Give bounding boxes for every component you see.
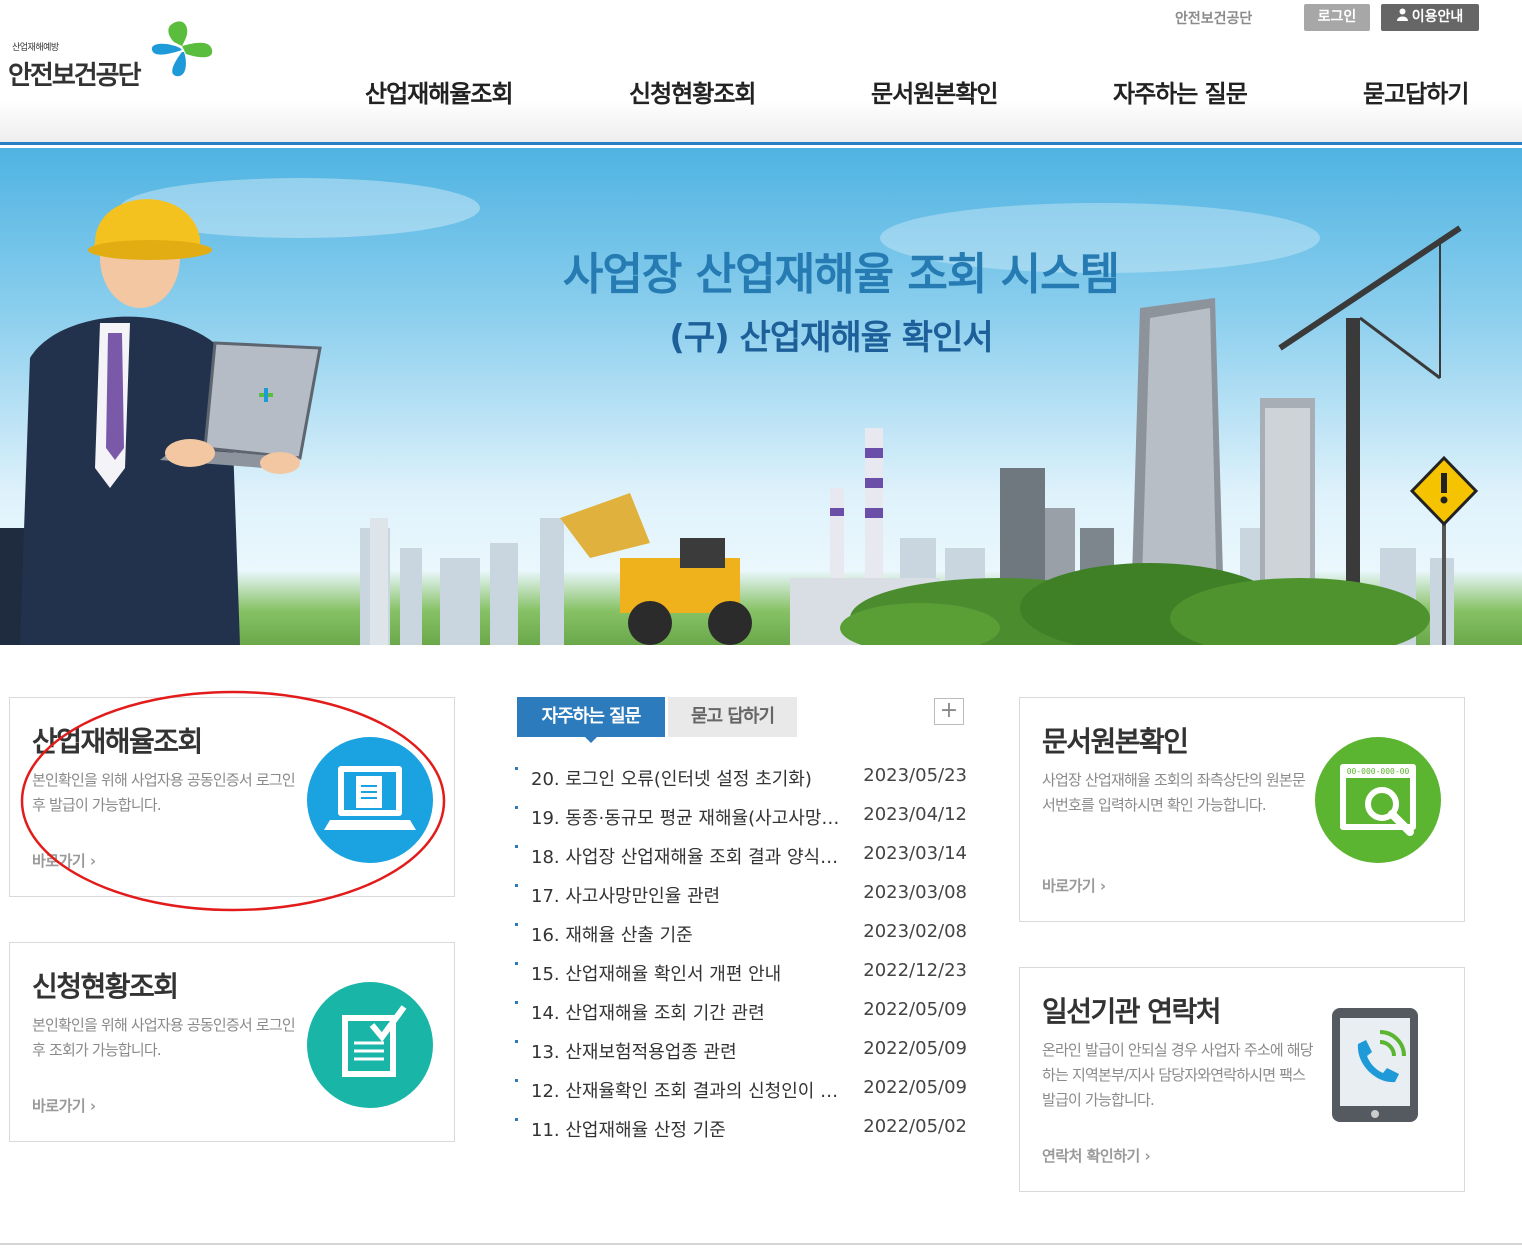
rate-inquiry-link[interactable]: 바로가기 ›	[32, 850, 96, 871]
doc-verify-desc: 사업장 산업재해율 조회의 좌측상단의 원본문서번호를 입력하시면 확인 가능합…	[1042, 771, 1306, 814]
nav-item-rate-inquiry[interactable]: 산업재해율조회	[365, 74, 514, 109]
faq-date: 2022/05/09	[863, 1038, 967, 1059]
list-item[interactable]: 13. 산재보험적용업종 관련 2022/05/09	[515, 1030, 970, 1069]
faq-date: 2022/05/02	[863, 1116, 967, 1137]
bullet-icon	[515, 1040, 518, 1043]
bullet-icon	[515, 1001, 518, 1004]
doc-verify-link[interactable]: 바로가기 ›	[1042, 875, 1106, 896]
rate-inquiry-box[interactable]: 산업재해율조회 본인확인을 위해 사업자용 공동인증서 로그인 후 발급이 가능…	[9, 697, 455, 897]
bullet-icon	[515, 1118, 518, 1121]
faq-date: 2023/03/08	[863, 882, 967, 903]
person-icon	[1396, 4, 1408, 31]
guide-button-label: 이용안내	[1411, 9, 1464, 25]
faq-title[interactable]: 19. 동종·동규모 평균 재해율(사고사망…	[531, 804, 857, 830]
list-item[interactable]: 17. 사고사망만인율 관련 2023/03/08	[515, 874, 970, 913]
nav-item-status[interactable]: 신청현황조회	[629, 74, 756, 109]
contact-desc: 온라인 발급이 안되실 경우 사업자 주소에 해당하는 지역본부/지사 담당자와…	[1042, 1041, 1314, 1109]
footer-divider	[0, 1243, 1522, 1245]
bullet-icon	[515, 1079, 518, 1082]
list-item[interactable]: 15. 산업재해율 확인서 개편 안내 2022/12/23	[515, 952, 970, 991]
faq-date: 2023/05/23	[863, 765, 967, 786]
status-inquiry-link[interactable]: 바로가기 ›	[32, 1095, 96, 1116]
doc-verify-box[interactable]: 문서원본확인 사업장 산업재해율 조회의 좌측상단의 원본문서번호를 입력하시면…	[1019, 697, 1465, 922]
doc-code-text: 00-000-000-00	[1347, 767, 1410, 776]
bullet-icon	[515, 806, 518, 809]
faq-date: 2023/03/14	[863, 843, 967, 864]
rate-inquiry-desc: 본인확인을 위해 사업자용 공동인증서 로그인 후 발급이 가능합니다.	[32, 771, 296, 814]
faq-title[interactable]: 18. 사업장 산업재해율 조회 결과 양식…	[531, 843, 857, 869]
bullet-icon	[515, 884, 518, 887]
status-inquiry-title: 신청현황조회	[32, 970, 179, 1003]
hero-illustration	[0, 178, 1479, 645]
hero-banner: 사업장 산업재해율 조회 시스템 (구) 산업재해율 확인서	[0, 148, 1522, 645]
hero-subtitle: (구) 산업재해율 확인서	[669, 318, 993, 358]
list-item[interactable]: 11. 산업재해율 산정 기준 2022/05/02	[515, 1108, 970, 1147]
status-inquiry-desc: 본인확인을 위해 사업자용 공동인증서 로그인 후 조회가 가능합니다.	[32, 1016, 296, 1059]
list-item[interactable]: 19. 동종·동규모 평균 재해율(사고사망… 2023/04/12	[515, 796, 970, 835]
bullet-icon	[515, 767, 518, 770]
status-inquiry-box[interactable]: 신청현황조회 본인확인을 위해 사업자용 공동인증서 로그인 후 조회가 가능합…	[9, 942, 455, 1142]
magnifier-document-icon: 00-000-000-00	[1315, 737, 1441, 863]
guide-button[interactable]: 이용안내	[1381, 4, 1479, 31]
hero-title: 사업장 산업재해율 조회 시스템	[562, 249, 1120, 300]
faq-title[interactable]: 11. 산업재해율 산정 기준	[531, 1116, 857, 1142]
logo-cross-icon	[151, 21, 213, 77]
bullet-icon	[515, 845, 518, 848]
faq-title[interactable]: 17. 사고사망만인율 관련	[531, 882, 857, 908]
faq-date: 2022/12/23	[863, 960, 967, 981]
header: 산업재해예방 안전보건공단 안전보건공단 로그인 이용안내 산업재해율조회 신청…	[0, 0, 1522, 145]
faq-list: 20. 로그인 오류(인터넷 설정 초기화) 2023/05/23 19. 동종·…	[515, 757, 970, 1147]
logo-title: 안전보건공단	[8, 61, 142, 91]
faq-date: 2022/05/09	[863, 999, 967, 1020]
nav-item-qna[interactable]: 묻고답하기	[1363, 74, 1469, 109]
nav-item-doc-verify[interactable]: 문서원본확인	[871, 74, 998, 109]
site-logo[interactable]: 산업재해예방 안전보건공단	[8, 20, 223, 100]
nav-item-faq[interactable]: 자주하는 질문	[1113, 74, 1248, 109]
bullet-icon	[515, 923, 518, 926]
faq-title[interactable]: 15. 산업재해율 확인서 개편 안내	[531, 960, 857, 986]
phone-icon	[1332, 1008, 1418, 1122]
faq-title[interactable]: 20. 로그인 오류(인터넷 설정 초기화)	[531, 765, 857, 791]
list-item[interactable]: 18. 사업장 산업재해율 조회 결과 양식… 2023/03/14	[515, 835, 970, 874]
faq-date: 2023/02/08	[863, 921, 967, 942]
rate-inquiry-title: 산업재해율조회	[32, 725, 203, 758]
tab-faq[interactable]: 자주하는 질문	[517, 697, 665, 743]
faq-date: 2023/04/12	[863, 804, 967, 825]
faq-title[interactable]: 12. 산재율확인 조회 결과의 신청인이 …	[531, 1077, 857, 1103]
login-button[interactable]: 로그인	[1304, 4, 1370, 31]
faq-date: 2022/05/09	[863, 1077, 967, 1098]
list-item[interactable]: 20. 로그인 오류(인터넷 설정 초기화) 2023/05/23	[515, 757, 970, 796]
contact-box[interactable]: 일선기관 연락처 온라인 발급이 안되실 경우 사업자 주소에 해당하는 지역본…	[1019, 967, 1465, 1192]
logo-subtitle: 산업재해예방	[12, 43, 59, 53]
list-item[interactable]: 14. 산업재해율 조회 기간 관련 2022/05/09	[515, 991, 970, 1030]
faq-title[interactable]: 14. 산업재해율 조회 기간 관련	[531, 999, 857, 1025]
checklist-icon	[307, 982, 433, 1108]
faq-title[interactable]: 13. 산재보험적용업종 관련	[531, 1038, 857, 1064]
more-plus-button[interactable]: +	[934, 698, 964, 725]
tab-qna[interactable]: 묻고 답하기	[668, 697, 797, 737]
contact-title: 일선기관 연락처	[1042, 995, 1222, 1028]
list-item[interactable]: 16. 재해율 산출 기준 2023/02/08	[515, 913, 970, 952]
list-item[interactable]: 12. 산재율확인 조회 결과의 신청인이 … 2022/05/09	[515, 1069, 970, 1108]
doc-verify-title: 문서원본확인	[1042, 725, 1189, 758]
faq-title[interactable]: 16. 재해율 산출 기준	[531, 921, 857, 947]
org-link[interactable]: 안전보건공단	[1175, 8, 1252, 28]
contact-link[interactable]: 연락처 확인하기 ›	[1042, 1145, 1151, 1166]
bullet-icon	[515, 962, 518, 965]
computer-document-icon	[307, 737, 433, 863]
